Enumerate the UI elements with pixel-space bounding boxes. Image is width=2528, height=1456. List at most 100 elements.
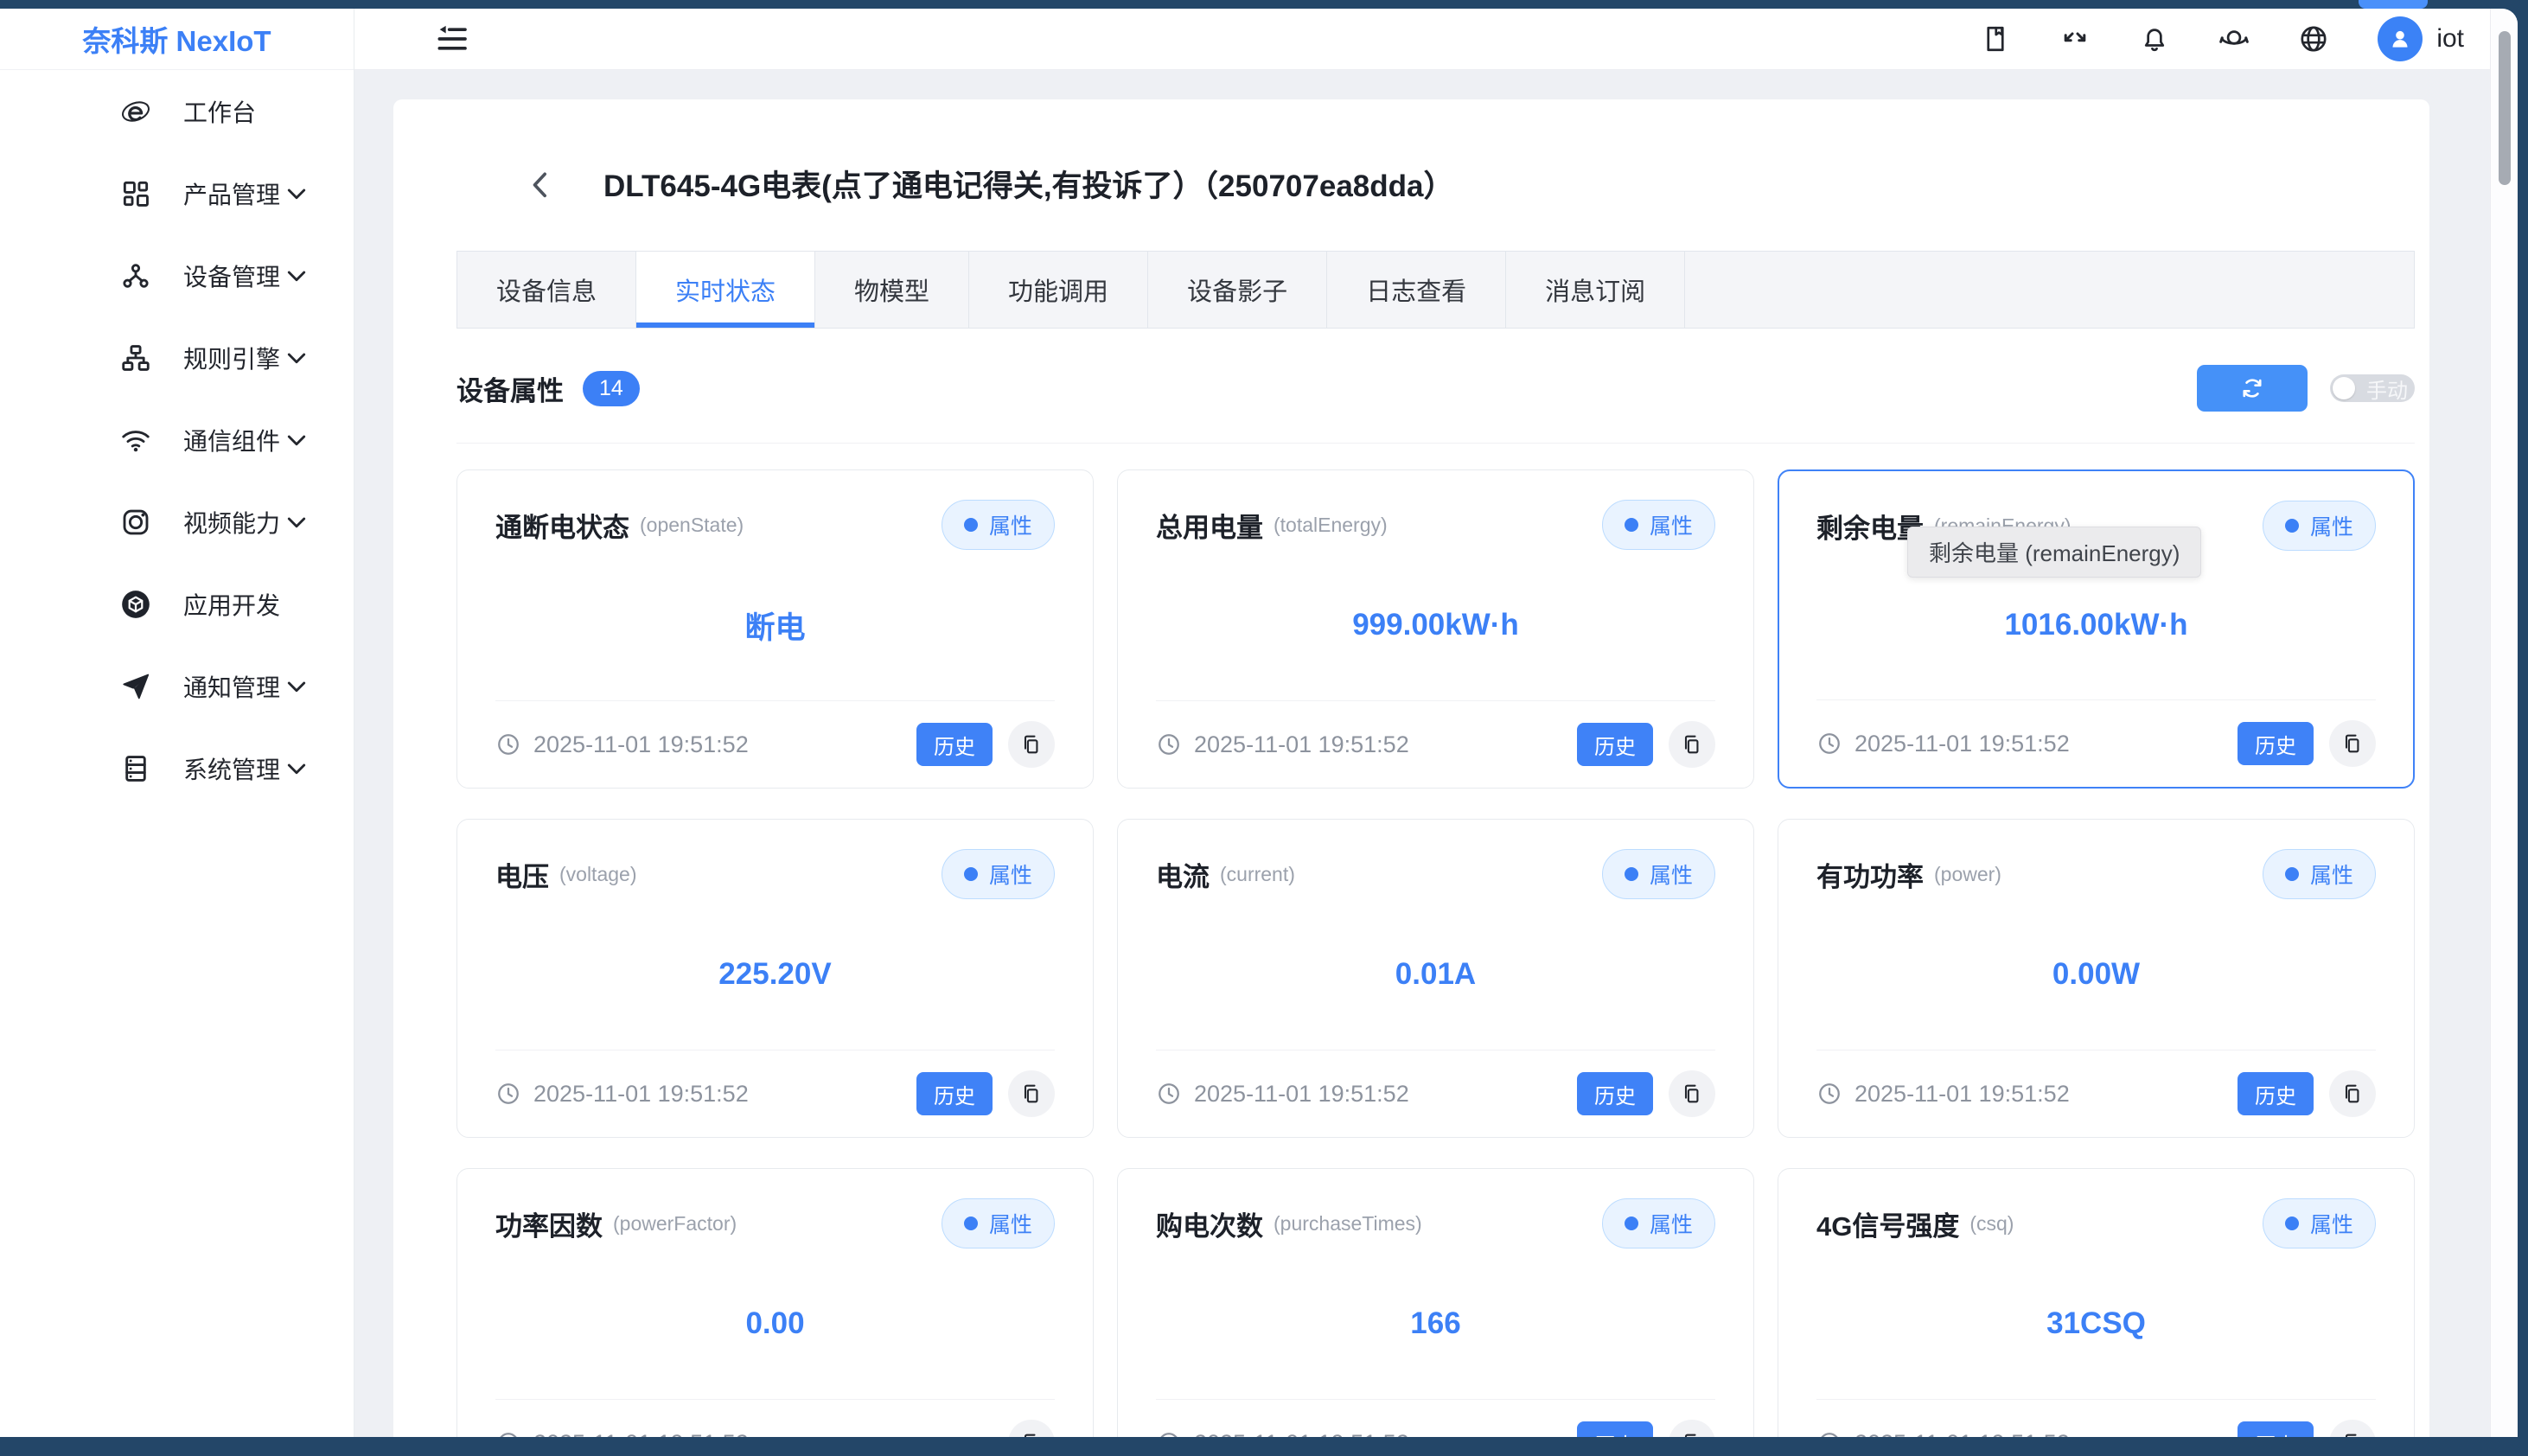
section-divider (456, 443, 2415, 444)
sidebar-item-video[interactable]: 视频能力 (0, 481, 354, 563)
property-card[interactable]: 总用电量(totalEnergy) 属性 999.00kW·h 2025-11-… (1117, 469, 1754, 789)
user-menu[interactable]: iot (2378, 16, 2464, 61)
tab-device-shadow[interactable]: 设备影子 (1148, 252, 1327, 328)
attr-dot-icon (1625, 1217, 1638, 1230)
toggle-label: 手动 (2366, 374, 2408, 404)
copy-button[interactable] (2329, 1420, 2376, 1437)
attr-badge: 属性 (2263, 1198, 2376, 1248)
top-header: iot (354, 9, 2490, 70)
appdev-icon (119, 588, 152, 621)
refresh-button[interactable] (2197, 365, 2308, 412)
property-code: (purchaseTimes) (1274, 1212, 1422, 1236)
property-code: (csq) (1969, 1212, 2014, 1236)
menu-fold-icon[interactable] (435, 22, 469, 56)
sidebar-item-label: 应用开发 (183, 587, 328, 622)
history-button[interactable]: 历史 (916, 1072, 993, 1115)
copy-icon (1680, 1431, 1704, 1437)
copy-button[interactable] (1669, 1420, 1715, 1437)
property-card[interactable]: 电压(voltage) 属性 225.20V 2025-11-01 19:51:… (456, 819, 1094, 1138)
property-card[interactable]: 电流(current) 属性 0.01A 2025-11-01 19:51:52… (1117, 819, 1754, 1138)
copy-button[interactable] (1008, 1420, 1055, 1437)
brand-logo[interactable]: 奈科斯 NexIoT (0, 9, 354, 70)
sidebar-item-rules[interactable]: 规则引擎 (0, 316, 354, 399)
copy-button[interactable] (2329, 720, 2376, 767)
tab-realtime-status[interactable]: 实时状态 (636, 252, 815, 328)
tab-thing-model[interactable]: 物模型 (815, 252, 969, 328)
tab-function-call[interactable]: 功能调用 (969, 252, 1148, 328)
chevron-down-icon (280, 259, 313, 292)
property-name: 通断电状态 (495, 506, 629, 545)
property-code: (current) (1220, 863, 1295, 886)
property-card[interactable]: 功率因数(powerFactor) 属性 0.00 2025-11-01 19:… (456, 1168, 1094, 1437)
timestamp: 2025-11-01 19:51:52 (1156, 731, 1409, 758)
attr-dot-icon (964, 867, 978, 881)
attr-badge: 属性 (942, 849, 1055, 899)
page-title: DLT645-4G电表(点了通电记得关,有投诉了）（250707ea8dda） (603, 162, 1453, 206)
clock-icon (1156, 1081, 1182, 1107)
product-icon (119, 177, 152, 210)
sidebar-item-label: 工作台 (183, 94, 328, 129)
history-button[interactable]: 历史 (2238, 722, 2314, 765)
property-card[interactable]: 购电次数(purchaseTimes) 属性 166 2025-11-01 19… (1117, 1168, 1754, 1437)
property-card[interactable]: 剩余电量 (remainEnergy) 剩余电量(remainEnergy) 属… (1778, 469, 2415, 789)
property-name: 有功功率 (1816, 855, 1924, 894)
compress-icon[interactable] (2059, 23, 2091, 54)
property-card[interactable]: 通断电状态(openState) 属性 断电 2025-11-01 19:51:… (456, 469, 1094, 789)
copy-icon (2340, 1082, 2365, 1106)
bell-icon[interactable] (2139, 23, 2170, 54)
property-name: 总用电量 (1156, 506, 1263, 545)
copy-button[interactable] (1669, 721, 1715, 768)
chevron-down-icon (280, 342, 313, 374)
property-card[interactable]: 4G信号强度(csq) 属性 31CSQ 2025-11-01 19:51:52… (1778, 1168, 2415, 1437)
sidebar-item-notifications[interactable]: 通知管理 (0, 645, 354, 727)
attr-badge: 属性 (1602, 1198, 1715, 1248)
copy-icon (1680, 732, 1704, 757)
count-badge: 14 (583, 371, 640, 406)
globe-icon[interactable] (2298, 23, 2329, 54)
attr-dot-icon (1625, 867, 1638, 881)
tab-message-subscribe[interactable]: 消息订阅 (1506, 252, 1685, 328)
history-button[interactable]: 历史 (916, 723, 993, 766)
props-controls: 手动 (2197, 365, 2415, 412)
sidebar-item-devices[interactable]: 设备管理 (0, 234, 354, 316)
timestamp: 2025-11-01 19:51:52 (495, 731, 749, 758)
tab-log-view[interactable]: 日志查看 (1327, 252, 1506, 328)
attr-badge: 属性 (1602, 849, 1715, 899)
property-code: (voltage) (559, 863, 636, 886)
attr-badge: 属性 (942, 1198, 1055, 1248)
attr-dot-icon (1625, 518, 1638, 532)
history-button[interactable]: 历史 (1577, 1421, 1653, 1437)
copy-button[interactable] (2329, 1070, 2376, 1117)
sidebar-item-workbench[interactable]: 工作台 (0, 70, 354, 152)
copy-button[interactable] (1008, 721, 1055, 768)
history-button[interactable]: 历史 (1577, 723, 1653, 766)
property-card[interactable]: 有功功率(power) 属性 0.00W 2025-11-01 19:51:52… (1778, 819, 2415, 1138)
timestamp: 2025-11-01 19:51:52 (1816, 731, 2070, 757)
scrollbar-thumb[interactable] (2499, 31, 2511, 185)
document-icon[interactable] (1980, 23, 2011, 54)
sidebar-item-label: 系统管理 (183, 751, 280, 786)
avatar (2378, 16, 2423, 61)
manual-toggle[interactable]: 手动 (2330, 374, 2415, 402)
property-card-grid: 通断电状态(openState) 属性 断电 2025-11-01 19:51:… (456, 469, 2415, 1437)
copy-button[interactable] (1008, 1070, 1055, 1117)
sidebar-item-system[interactable]: 系统管理 (0, 727, 354, 809)
copy-button[interactable] (1669, 1070, 1715, 1117)
attr-dot-icon (2285, 1217, 2299, 1230)
history-button[interactable]: 历史 (2238, 1072, 2314, 1115)
property-value: 0.00 (495, 1248, 1055, 1399)
timestamp: 2025-11-01 19:51:52 (1156, 1430, 1409, 1438)
wifi-icon (119, 424, 152, 457)
history-button[interactable]: 历史 (1577, 1072, 1653, 1115)
props-header: 设备属性 14 手动 (456, 365, 2415, 412)
sidebar-item-communication[interactable]: 通信组件 (0, 399, 354, 481)
chevron-down-icon (280, 670, 313, 703)
section-title: 设备属性 (456, 369, 564, 408)
history-button[interactable]: 历史 (2238, 1421, 2314, 1437)
sidebar-item-appdev[interactable]: 应用开发 (0, 563, 354, 645)
property-value: 166 (1156, 1248, 1715, 1399)
tab-device-info[interactable]: 设备信息 (457, 252, 636, 328)
rotate-icon[interactable] (2218, 23, 2250, 54)
back-icon[interactable] (524, 167, 559, 201)
sidebar-item-products[interactable]: 产品管理 (0, 152, 354, 234)
